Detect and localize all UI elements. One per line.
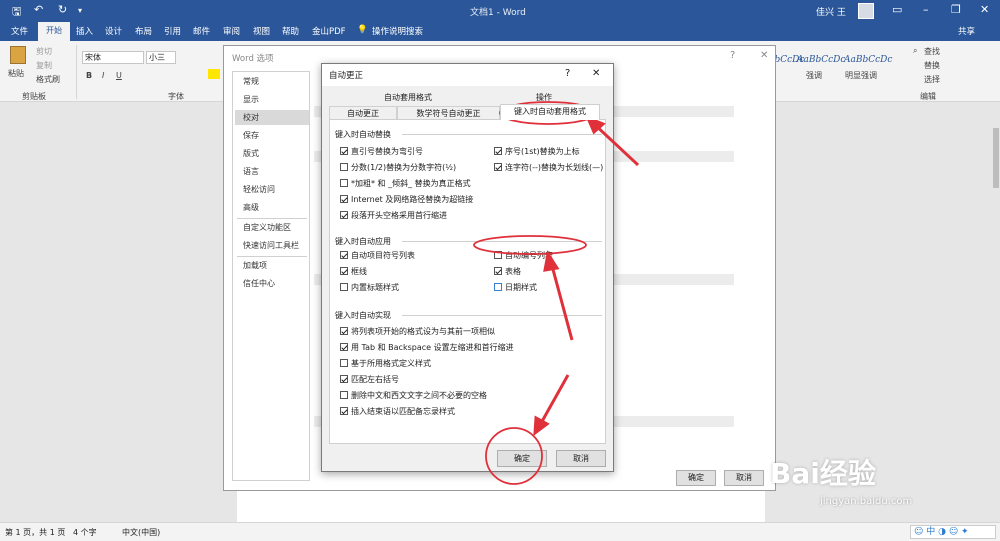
baidu-watermark-url: jingyan.baidu.com bbox=[820, 496, 913, 507]
annotation-circle-numbering bbox=[473, 235, 587, 255]
annotation-arrows bbox=[533, 115, 640, 437]
status-bar: 第 1 页，共 1 页 4 个字 中文(中国) ☺ 中 ◑ ☺ ✦ bbox=[0, 522, 1000, 541]
tab-autoformat-as-you-type[interactable]: 键入时自动套用格式 bbox=[500, 104, 600, 120]
annotation-arrowhead bbox=[543, 250, 560, 272]
annotation-arrowhead bbox=[533, 415, 550, 437]
annotation-arrow bbox=[591, 121, 640, 167]
page-count[interactable]: 第 1 页，共 1 页 bbox=[5, 527, 65, 538]
annotation-arrow bbox=[549, 261, 574, 341]
word-count[interactable]: 4 个字 bbox=[73, 527, 97, 538]
baidu-watermark-logo: Bai经验 bbox=[770, 457, 876, 490]
ime-toolbar[interactable]: ☺ 中 ◑ ☺ ✦ bbox=[910, 525, 996, 539]
annotation-circle-ok bbox=[485, 427, 543, 485]
language-indicator[interactable]: 中文(中国) bbox=[122, 527, 160, 538]
annotation-arrow bbox=[538, 374, 570, 426]
